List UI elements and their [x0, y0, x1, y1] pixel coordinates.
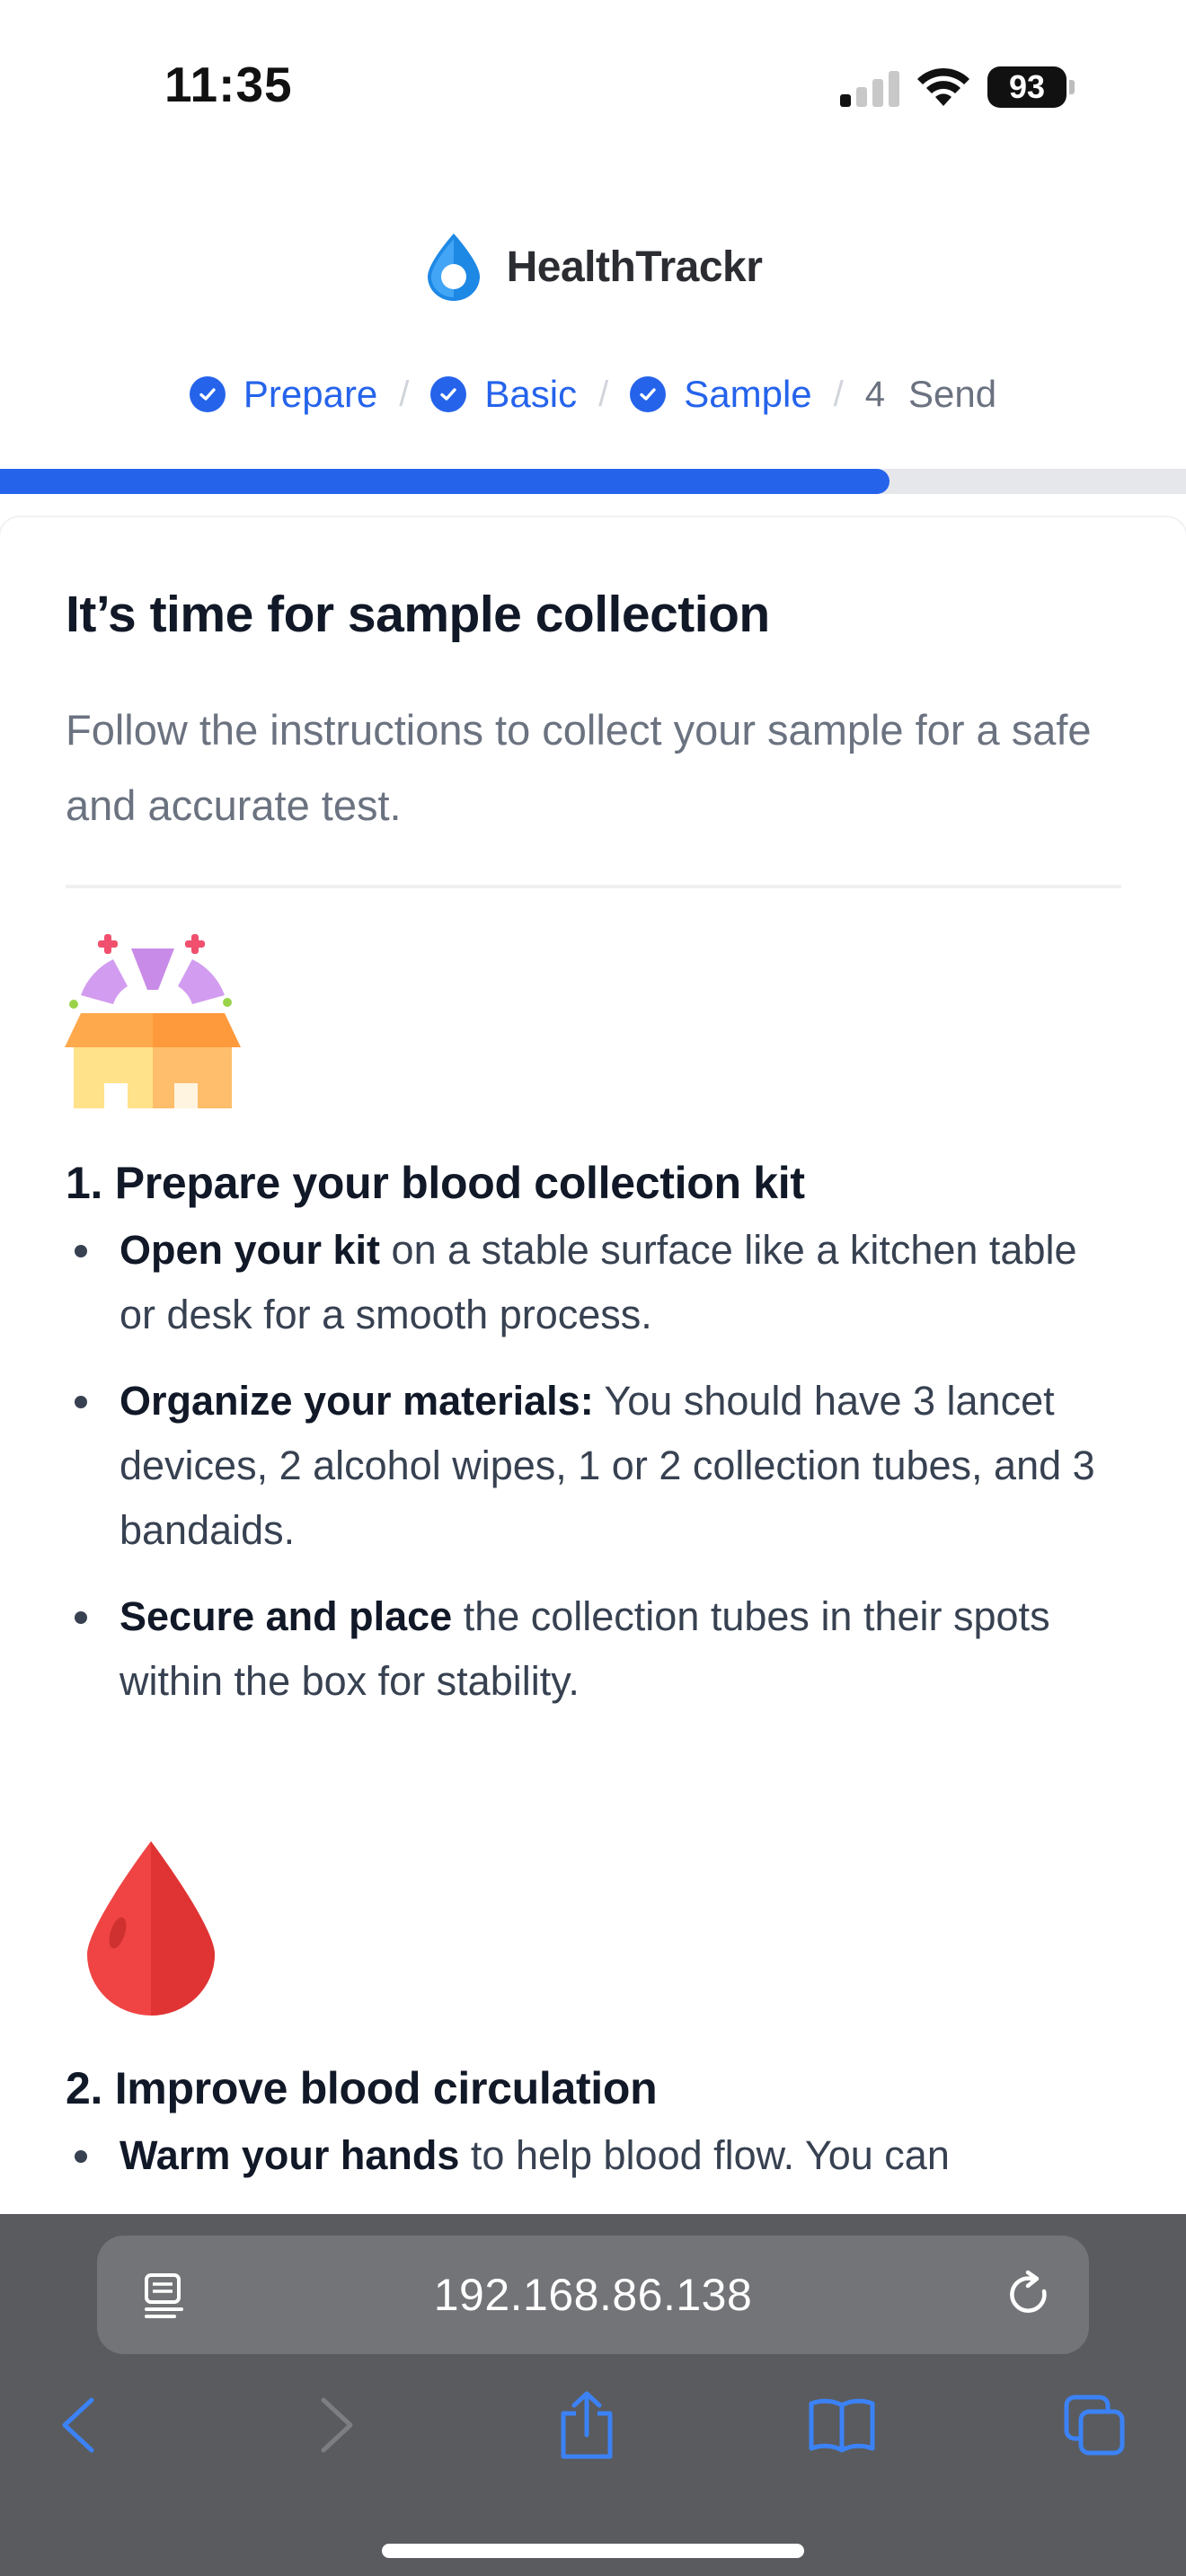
step-separator: / — [598, 374, 609, 414]
step-label: Basic — [484, 373, 578, 415]
brand-name: HealthTrackr — [506, 243, 763, 291]
home-indicator[interactable] — [382, 2544, 804, 2558]
status-bar: 11:35 93 — [0, 0, 1186, 171]
step-send[interactable]: 4 Send — [865, 373, 996, 416]
blood-drop-icon — [87, 1841, 215, 2016]
step-separator: / — [833, 374, 844, 414]
forward-icon[interactable] — [296, 2385, 377, 2466]
open-box-icon — [65, 934, 241, 1108]
progress-bar — [0, 469, 1186, 494]
list-item: Warm your hands to help blood flow. You … — [66, 2123, 1121, 2188]
check-circle-icon — [430, 376, 467, 412]
status-icons: 93 — [840, 65, 1075, 110]
wifi-icon — [917, 67, 969, 106]
section-title: 1. Prepare your blood collection kit — [66, 1158, 805, 1208]
battery-icon: 93 — [987, 66, 1075, 108]
address-bar[interactable]: 192.168.86.138 — [97, 2236, 1089, 2354]
step-separator: / — [399, 374, 410, 414]
step-prepare[interactable]: Prepare — [189, 373, 378, 416]
stepper: Prepare / Basic / Sample / 4 Send — [0, 373, 1186, 416]
tabs-icon[interactable] — [1054, 2385, 1135, 2466]
list-item: Secure and place the collection tubes in… — [66, 1584, 1121, 1714]
browser-toolbar: 192.168.86.138 — [0, 2214, 1186, 2576]
signal-icon — [840, 67, 899, 107]
browser-nav-toolbar — [0, 2385, 1186, 2492]
status-time: 11:35 — [164, 57, 293, 112]
step-number: 4 — [864, 374, 886, 414]
instruction-list: Open your kit on a stable surface like a… — [66, 1218, 1121, 1735]
step-basic[interactable]: Basic — [430, 373, 577, 416]
step-label: Send — [908, 373, 997, 415]
list-item: Organize your materials: You should have… — [66, 1369, 1121, 1563]
step-label: Sample — [684, 373, 812, 415]
instruction-list: Warm your hands to help blood flow. You … — [66, 2123, 1121, 2210]
water-drop-logo-icon — [427, 234, 480, 301]
section-title: 2. Improve blood circulation — [66, 2063, 658, 2113]
reload-icon[interactable] — [1005, 2270, 1055, 2320]
share-icon[interactable] — [546, 2385, 627, 2466]
check-circle-icon — [630, 376, 667, 412]
step-sample[interactable]: Sample — [630, 373, 812, 416]
bookmarks-icon[interactable] — [801, 2385, 882, 2466]
step-label: Prepare — [243, 373, 378, 415]
page-title: It’s time for sample collection — [66, 586, 770, 643]
divider — [66, 885, 1121, 888]
battery-level: 93 — [987, 66, 1067, 108]
brand-header: HealthTrackr — [0, 232, 1186, 302]
progress-fill — [0, 469, 890, 494]
check-circle-icon — [189, 376, 226, 412]
list-item: Open your kit on a stable surface like a… — [66, 1218, 1121, 1347]
back-icon[interactable] — [38, 2385, 119, 2466]
url-text: 192.168.86.138 — [433, 2270, 753, 2320]
page-subtitle: Follow the instructions to collect your … — [66, 706, 1092, 829]
